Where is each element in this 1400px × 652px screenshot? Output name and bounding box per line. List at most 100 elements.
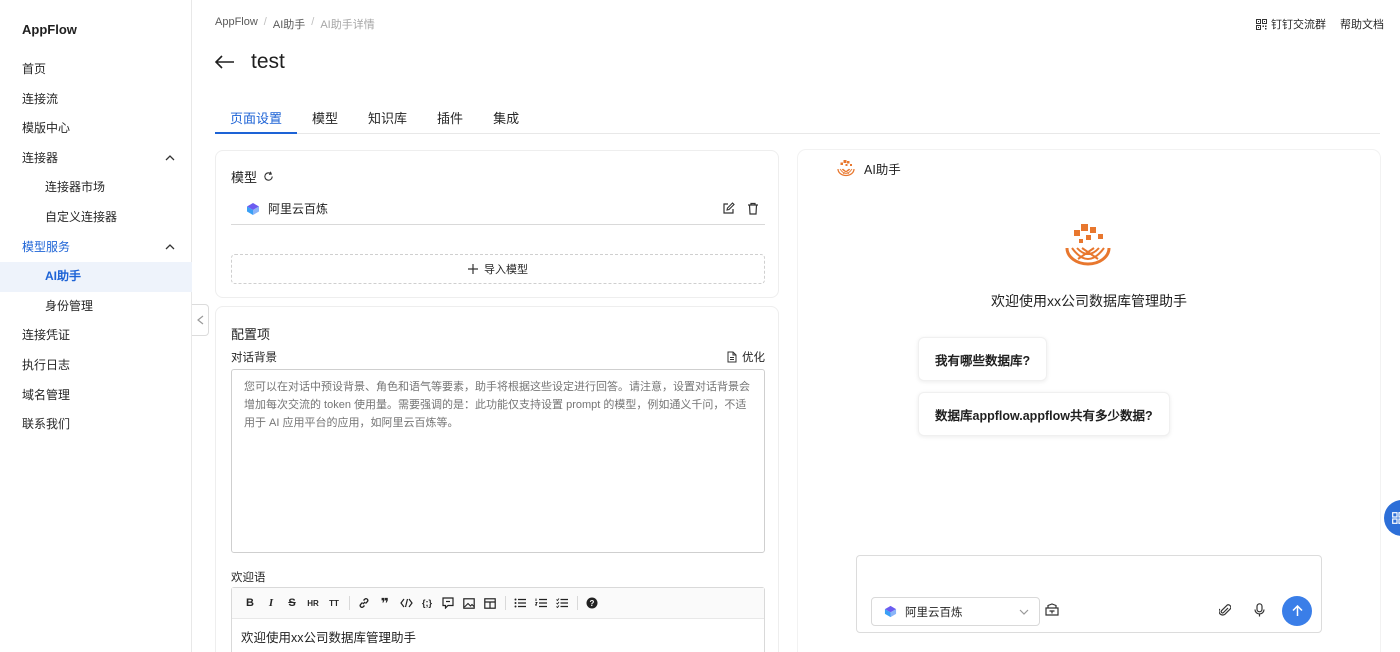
sidebar-item-connector-market[interactable]: 连接器市场 xyxy=(0,173,192,203)
assistant-logo-icon xyxy=(837,160,855,177)
model-card-title: 模型 xyxy=(231,167,274,186)
refresh-icon[interactable] xyxy=(263,171,274,182)
image-icon[interactable] xyxy=(459,593,479,613)
sidebar-item-label: 连接凭证 xyxy=(22,328,71,343)
task-list-icon[interactable] xyxy=(552,593,572,613)
sidebar-item-label: 连接流 xyxy=(22,91,59,106)
breadcrumb-item[interactable]: AI助手 xyxy=(273,16,305,32)
sidebar-item-credentials[interactable]: 连接凭证 xyxy=(0,321,192,351)
tab-plugins[interactable]: 插件 xyxy=(422,102,478,133)
toolbar-divider xyxy=(349,596,350,610)
attachment-icon[interactable] xyxy=(1218,603,1232,620)
model-card: 模型 阿里云百炼 导入模型 xyxy=(215,150,779,298)
bold-icon[interactable]: B xyxy=(240,593,260,613)
edit-icon[interactable] xyxy=(722,202,735,215)
sidebar-item-identity[interactable]: 身份管理 xyxy=(0,292,192,322)
import-model-button[interactable]: 导入模型 xyxy=(231,254,765,284)
tab-bar: 页面设置 模型 知识库 插件 集成 xyxy=(215,102,1380,134)
sidebar-item-label: 首页 xyxy=(22,62,47,76)
page-title: test xyxy=(251,50,285,73)
chevron-down-icon xyxy=(1019,609,1029,615)
breadcrumb-separator: / xyxy=(263,16,267,28)
floating-grid-button[interactable] xyxy=(1384,500,1400,536)
toolbar-divider xyxy=(505,596,506,610)
chevron-up-icon xyxy=(164,233,176,262)
code-block-icon[interactable]: {;} xyxy=(417,593,437,613)
optimize-label: 优化 xyxy=(742,352,765,364)
ordered-list-icon[interactable] xyxy=(531,593,551,613)
sidebar-item-templates[interactable]: 模版中心 xyxy=(0,114,192,144)
model-row: 阿里云百炼 xyxy=(231,193,765,225)
sidebar-item-label: 联系我们 xyxy=(22,417,71,432)
sidebar-item-home[interactable]: 首页 xyxy=(0,55,192,85)
delete-icon[interactable] xyxy=(747,202,759,215)
assistant-logo-icon xyxy=(1065,224,1111,266)
bailian-logo-icon xyxy=(884,605,897,618)
tab-model[interactable]: 模型 xyxy=(297,102,353,133)
welcome-label: 欢迎语 xyxy=(231,572,266,584)
background-label-row: 对话背景 优化 xyxy=(231,349,765,365)
sidebar-item-logs[interactable]: 执行日志 xyxy=(0,351,192,381)
comment-icon[interactable] xyxy=(438,593,458,613)
sidebar-item-ai-assistant[interactable]: AI助手 xyxy=(0,262,192,292)
page-header: test xyxy=(215,50,285,74)
chevron-left-icon xyxy=(196,315,203,325)
sidebar-item-flows[interactable]: 连接流 xyxy=(0,85,192,115)
sidebar-item-label: 域名管理 xyxy=(22,387,71,402)
knowledge-base-icon[interactable] xyxy=(1045,603,1059,619)
import-model-label: 导入模型 xyxy=(484,264,528,276)
help-icon[interactable]: ? xyxy=(582,593,602,613)
plus-icon xyxy=(468,264,478,274)
suggestion-chip[interactable]: 数据库appflow.appflow共有多少数据? xyxy=(918,392,1170,436)
sidebar-item-connectors[interactable]: 连接器 xyxy=(0,144,192,174)
microphone-icon[interactable] xyxy=(1254,603,1265,620)
horizontal-rule-icon[interactable]: HR xyxy=(303,593,323,613)
sidebar-item-model-service[interactable]: 模型服务 xyxy=(0,233,192,263)
send-button[interactable] xyxy=(1282,596,1312,626)
code-icon[interactable] xyxy=(396,593,416,613)
help-docs-link[interactable]: 帮助文档 xyxy=(1340,16,1384,32)
breadcrumb-separator: / xyxy=(311,16,315,28)
table-icon[interactable] xyxy=(480,593,500,613)
sidebar-item-label: AI助手 xyxy=(45,269,82,284)
breadcrumb-current: AI助手详情 xyxy=(320,19,375,31)
sidebar-item-label: 模型服务 xyxy=(22,239,71,254)
svg-text:?: ? xyxy=(590,599,595,608)
sidebar: AppFlow 首页 连接流 模版中心 连接器 连接器市场 自定义连接器 模型服… xyxy=(0,0,192,652)
suggestion-chip[interactable]: 我有哪些数据库? xyxy=(918,337,1048,381)
chat-composer[interactable]: 阿里云百炼 xyxy=(856,555,1322,633)
model-select[interactable]: 阿里云百炼 xyxy=(871,597,1040,626)
preview-welcome-text: 欢迎使用xx公司数据库管理助手 xyxy=(991,293,1187,309)
config-card-title: 配置项 xyxy=(231,327,271,342)
sidebar-item-custom-connector[interactable]: 自定义连接器 xyxy=(0,203,192,233)
model-card-title-text: 模型 xyxy=(231,170,258,185)
bullet-list-icon[interactable] xyxy=(510,593,530,613)
tab-integration[interactable]: 集成 xyxy=(478,102,534,133)
text-style-icon[interactable]: TT xyxy=(324,593,344,613)
link-icon[interactable] xyxy=(354,593,374,613)
background-textarea[interactable] xyxy=(231,369,765,553)
sidebar-nav: 首页 连接流 模版中心 连接器 连接器市场 自定义连接器 模型服务 AI助手 身… xyxy=(0,55,192,440)
optimize-button[interactable]: 优化 xyxy=(727,349,765,365)
tab-knowledge-base[interactable]: 知识库 xyxy=(353,102,422,133)
tab-page-settings[interactable]: 页面设置 xyxy=(215,102,298,134)
sidebar-item-label: 自定义连接器 xyxy=(45,209,118,224)
italic-icon[interactable]: I xyxy=(261,593,281,613)
sidebar-item-domains[interactable]: 域名管理 xyxy=(0,381,192,411)
strikethrough-icon[interactable]: S xyxy=(282,593,302,613)
sidebar-item-contact[interactable]: 联系我们 xyxy=(0,410,192,440)
dingtalk-group-link[interactable]: 钉钉交流群 xyxy=(1256,16,1326,32)
model-name: 阿里云百炼 xyxy=(268,202,329,216)
breadcrumb: AppFlow / AI助手 / AI助手详情 xyxy=(215,16,375,32)
assistant-logo-large xyxy=(1064,222,1112,269)
breadcrumb-item[interactable]: AppFlow xyxy=(215,16,258,32)
back-arrow-icon[interactable] xyxy=(215,51,237,73)
preview-title: AI助手 xyxy=(864,162,901,177)
sidebar-collapse-button[interactable] xyxy=(192,304,209,336)
preview-header: AI助手 xyxy=(836,158,901,178)
quote-icon[interactable]: ❞ xyxy=(375,593,395,613)
brand-name: AppFlow xyxy=(22,22,77,37)
sidebar-item-label: 连接器 xyxy=(22,150,59,165)
welcome-editor-content[interactable]: 欢迎使用xx公司数据库管理助手 xyxy=(232,619,764,652)
dingtalk-group-label: 钉钉交流群 xyxy=(1271,19,1326,31)
